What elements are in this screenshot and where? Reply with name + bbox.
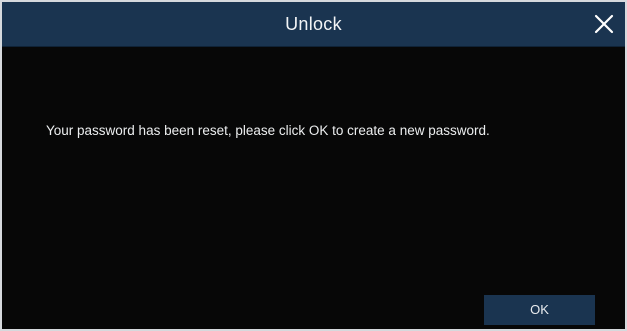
close-button[interactable] [589,9,619,39]
reset-message: Your password has been reset, please cli… [46,123,490,138]
dialog-title: Unlock [285,14,342,34]
unlock-dialog: Unlock Your password has been reset, ple… [0,0,627,331]
dialog-body: Your password has been reset, please cli… [2,47,625,329]
ok-button[interactable]: OK [484,295,595,325]
dialog-title-bar: Unlock [2,2,625,47]
close-icon [589,9,619,39]
